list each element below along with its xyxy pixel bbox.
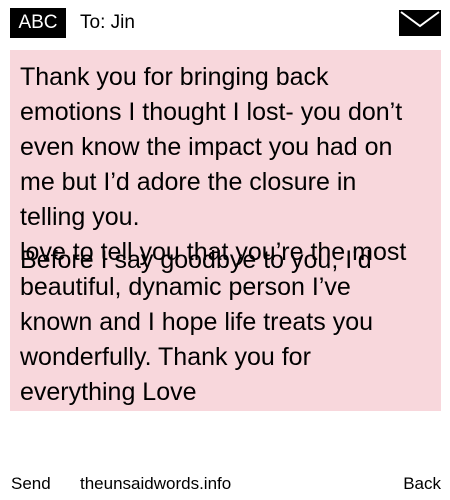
message-line: everything Love (20, 378, 197, 406)
message-line: me but I’d adore the closure in (20, 168, 357, 196)
message-body: Thank you for bringing back emotions I t… (10, 50, 441, 411)
site-link[interactable]: theunsaidwords.info (80, 470, 231, 498)
footer-bar: Send theunsaidwords.info Back (0, 470, 450, 498)
message-line: Thank you for bringing back (20, 63, 329, 91)
message-line: wonderfully. Thank you for (20, 343, 311, 371)
send-button[interactable]: Send (11, 470, 51, 498)
overlap-layer-b: Before I say goodbye to you, I’d (20, 243, 372, 278)
header-bar: ABC To: Jin (0, 0, 450, 44)
recipient-label: To: Jin (80, 12, 135, 33)
message-line: Before I say goodbye to you, I’d (20, 246, 372, 274)
overlapping-text-block: love to tell you that you’re the most be… (20, 235, 431, 305)
message-line: known and I hope life treats you (20, 308, 374, 336)
message-line: telling you. (20, 203, 140, 231)
abc-badge: ABC (10, 8, 66, 38)
message-line: even know the impact you had on (20, 133, 393, 161)
envelope-icon[interactable] (399, 10, 441, 36)
back-button[interactable]: Back (403, 470, 441, 498)
message-line: emotions I thought I lost- you don’t (20, 98, 403, 126)
